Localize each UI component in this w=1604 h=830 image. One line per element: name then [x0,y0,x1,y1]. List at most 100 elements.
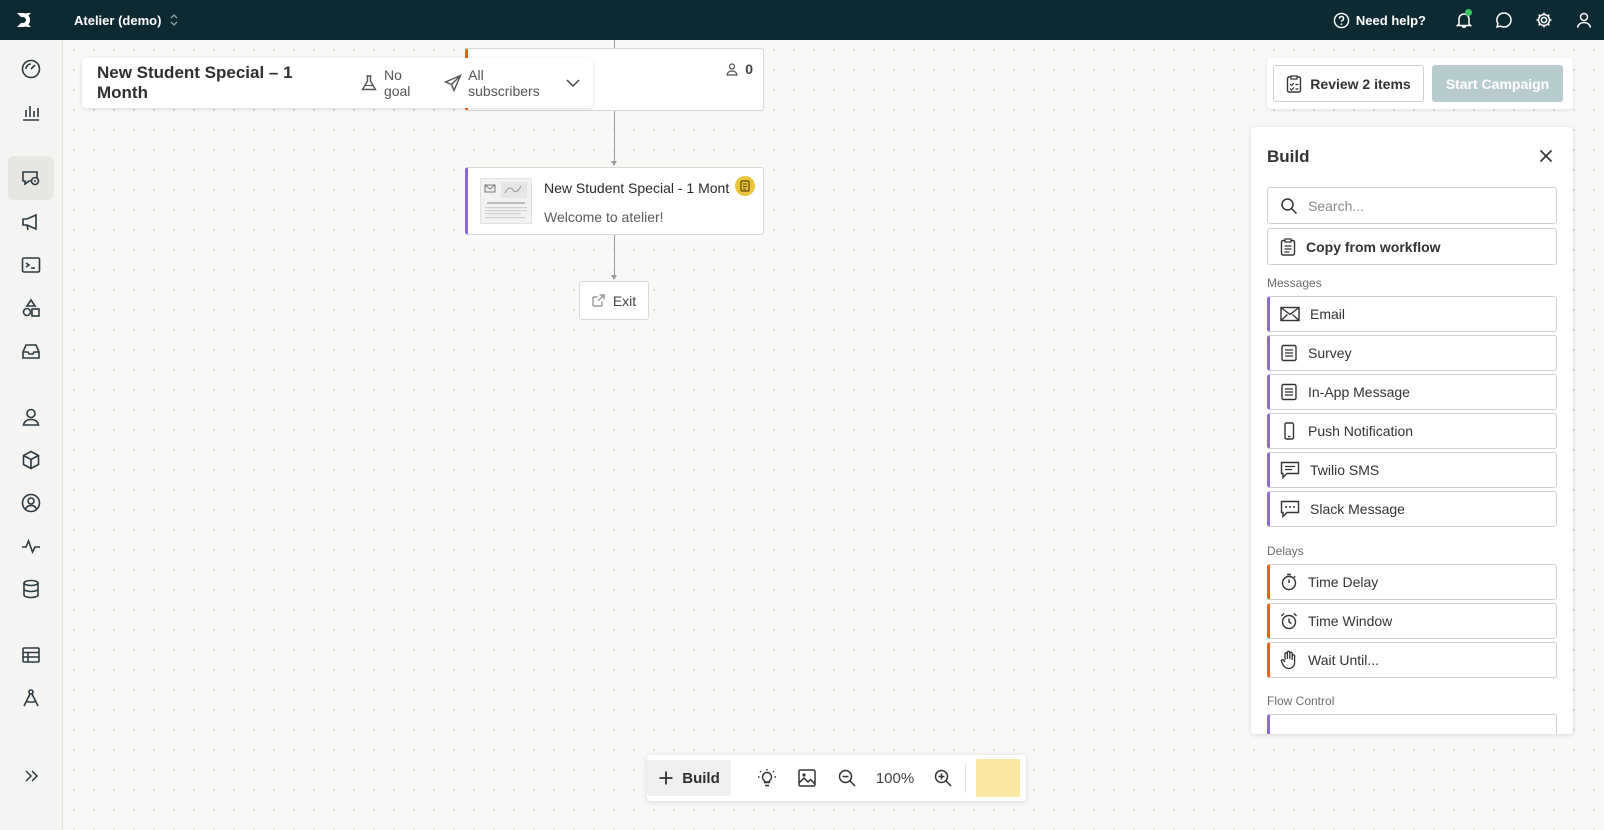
nav-objects[interactable] [8,438,54,482]
email-node-title: New Student Special - 1 Month [544,180,730,196]
nav-activity[interactable] [8,524,54,568]
build-item-label: Twilio SMS [1310,462,1380,478]
copy-label: Copy from workflow [1306,238,1441,255]
build-item-label: Wait Until... [1308,652,1380,668]
snapshot-button[interactable] [787,760,827,796]
build-item-survey[interactable]: Survey [1267,335,1557,371]
alarm-clock-icon [1280,612,1298,630]
plus-icon [658,770,674,786]
arrow-down-icon [611,275,617,280]
sidebar [0,40,63,830]
user-icon [1575,11,1593,29]
shapes-icon [20,297,42,319]
exit-label: Exit [612,292,637,309]
build-item-wait-until[interactable]: Wait Until... [1267,642,1557,678]
terminal-icon [20,254,42,276]
zoom-out-button[interactable] [827,760,867,796]
checklist-icon [1286,74,1302,93]
nav-dashboard[interactable] [8,47,54,91]
hand-stop-icon [1280,650,1298,670]
build-item-label: Time Window [1308,613,1393,629]
build-toggle-button[interactable]: Build [647,760,731,796]
lightbulb-icon [757,768,777,788]
nav-inbox[interactable] [8,329,54,373]
build-item-label: Time Delay [1308,574,1379,590]
account-button[interactable] [1564,0,1604,40]
goal-selector[interactable]: No goal [360,67,432,99]
clipboard-icon [1280,237,1296,256]
nav-tables[interactable] [8,633,54,677]
notifications-button[interactable] [1444,0,1484,40]
workflow-node-exit[interactable]: Exit [579,281,649,320]
workspace-switcher[interactable]: Atelier (demo) [74,13,179,28]
paper-plane-icon [444,74,462,92]
nav-campaigns[interactable] [8,156,54,200]
nav-integrations[interactable] [8,676,54,720]
workflow-node-email[interactable]: New Student Special - 1 Month Welcome to… [465,167,764,235]
build-item-email[interactable]: Email [1267,296,1557,332]
panel-title: Build [1267,147,1310,166]
build-item-time-delay[interactable]: Time Delay [1267,564,1557,600]
nav-data[interactable] [8,567,54,611]
flow-control-section-label: Flow Control [1267,694,1335,708]
nav-broadcasts[interactable] [8,200,54,244]
zoom-out-icon [837,768,857,788]
build-item-twilio-sms[interactable]: Twilio SMS [1267,452,1557,488]
zoom-in-icon [933,768,953,788]
tips-button[interactable] [747,760,787,796]
build-item-in-app-message[interactable]: In-App Message [1267,374,1557,410]
node-count-value: 0 [745,61,753,77]
settings-button[interactable] [1524,0,1564,40]
audience-selector[interactable]: All subscribers [444,67,581,99]
build-item-flow-control[interactable] [1267,714,1557,734]
audience-label: All subscribers [468,67,540,99]
expand-sidebar-button[interactable] [8,754,54,798]
gear-icon [1535,11,1553,29]
campaign-actions: Review 2 items Start Campaign [1267,58,1573,109]
top-bar: Atelier (demo) Need help? [0,0,1604,40]
build-item-slack-message[interactable]: Slack Message [1267,491,1557,527]
help-button[interactable]: Need help? [1333,12,1426,29]
campaign-title[interactable]: New Student Special – 1 Month [97,63,348,103]
survey-form-icon [1280,344,1298,362]
nav-people[interactable] [8,395,54,439]
build-item-push-notification[interactable]: Push Notification [1267,413,1557,449]
mobile-phone-icon [1280,422,1298,440]
nav-segments[interactable] [8,481,54,525]
notification-dot [1465,9,1472,16]
build-item-time-window[interactable]: Time Window [1267,603,1557,639]
copy-from-workflow-button[interactable]: Copy from workflow [1267,228,1557,265]
build-item-label: Email [1310,306,1346,322]
start-campaign-button[interactable]: Start Campaign [1432,65,1563,102]
node-people-count: 0 [725,61,753,77]
double-chevron-right-icon [22,767,40,785]
review-items-button[interactable]: Review 2 items [1273,65,1424,102]
inbox-icon [20,340,42,362]
connector-line [614,111,615,162]
email-thumbnail [480,178,532,224]
user-circle-icon [20,492,42,514]
nav-content[interactable] [8,286,54,330]
toolbar-divider [965,763,966,793]
connector-line [614,235,615,276]
chat-button[interactable] [1484,0,1524,40]
build-panel: Build Copy from workflow Messages Email … [1251,127,1573,734]
app-logo-icon[interactable] [0,0,48,40]
search-input[interactable] [1308,197,1548,214]
email-node-subject: Welcome to atelier! [544,209,664,225]
build-item-label: Survey [1308,345,1352,361]
close-icon[interactable] [1539,149,1553,163]
zoom-in-button[interactable] [923,760,963,796]
external-link-icon [592,294,605,307]
envelope-icon [1280,306,1300,322]
build-toggle-label: Build [682,769,720,787]
search-field[interactable] [1267,187,1557,224]
nav-analytics[interactable] [8,90,54,134]
nav-transactional[interactable] [8,243,54,287]
search-icon [1280,197,1298,215]
compass-tool-icon [20,687,42,709]
sticky-note-button[interactable] [976,759,1020,797]
build-item-label: In-App Message [1308,384,1410,400]
canvas-toolbar: Build 100% [647,755,1026,801]
sms-bubble-icon [1280,461,1300,479]
